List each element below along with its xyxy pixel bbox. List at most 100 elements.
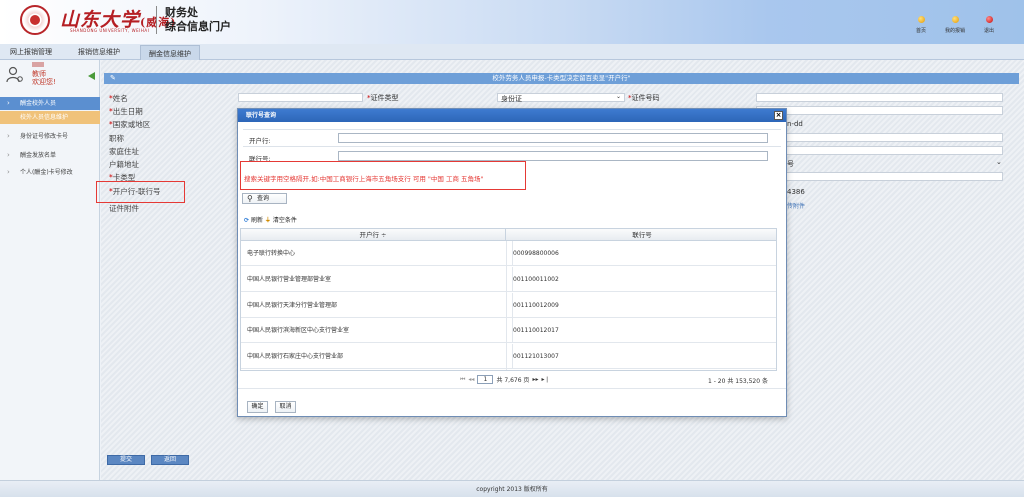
- date-format-hint: n-dd: [787, 120, 803, 128]
- nav-home[interactable]: 首页: [904, 16, 938, 34]
- portal-title: 财务处 综合信息门户: [165, 6, 231, 34]
- chevron-right-icon: ›: [7, 168, 10, 176]
- right-field-3[interactable]: [756, 146, 1003, 155]
- sidebar-item-label: 酬金校外人员: [20, 100, 57, 107]
- sidebar-item-personal-card-change[interactable]: › 个人(酬金)卡号修改: [0, 166, 100, 179]
- cell-bank: 中国人民银行天津分行营业管理部: [247, 302, 338, 309]
- chevron-right-icon: ›: [7, 99, 10, 107]
- dialog-footer-divider: [238, 388, 786, 389]
- page-number-input[interactable]: 1: [477, 375, 494, 384]
- prev-page-button[interactable]: ◂◂: [468, 376, 474, 383]
- grid-toolbar: ⟳ 刷新 ⏚ 清空条件: [244, 215, 297, 224]
- back-button[interactable]: 返回: [151, 455, 189, 465]
- right-field-4[interactable]: [756, 172, 1003, 181]
- clear-conditions-button[interactable]: 清空条件: [273, 217, 297, 224]
- pagination: ⏮ ◂◂ 1 共 7,676 页 ▸▸ ▸❘: [460, 375, 550, 384]
- row-label: 证件附件: [109, 204, 139, 213]
- bank-name-label: 开户行:: [249, 137, 271, 145]
- cert-type-label: *证件类型: [367, 93, 399, 103]
- tab-reimbursement-info[interactable]: 报销信息维护: [78, 47, 120, 57]
- sidebar-item-payment-list[interactable]: › 酬金发放名单: [0, 149, 100, 162]
- bank-code-fragment: 4386: [787, 188, 805, 196]
- row-label: 职称: [109, 134, 124, 143]
- upload-attachment-link[interactable]: 传附件: [787, 201, 805, 210]
- nav-logout[interactable]: 退出: [972, 16, 1006, 34]
- chevron-right-icon: ›: [7, 132, 10, 140]
- cert-type-label-text: 证件类型: [370, 94, 399, 102]
- grid-header: 开户行 ÷ 联行号: [241, 229, 776, 241]
- row-title: 职称: [109, 133, 124, 143]
- chevron-down-icon: ⌄: [615, 93, 621, 100]
- table-row[interactable]: 电子联行转换中心 000998800006: [241, 241, 776, 266]
- portal-title-line2: 综合信息门户: [165, 20, 231, 33]
- row-label: 出生日期: [112, 107, 143, 116]
- logout-icon: [985, 16, 993, 23]
- sidebar: 教师 欢迎您! › 酬金校外人员 校外人员信息维护 › 身份证号修改卡号 › 酬金发放…: [0, 60, 100, 480]
- nav-my-reimbursement-label: 我的报销: [944, 28, 965, 34]
- highlight-bank-code-label: [96, 181, 185, 203]
- cell-bank: 中国人民银行石家庄中心支行营业部: [247, 353, 344, 360]
- cell-bank: 电子联行转换中心: [247, 250, 296, 257]
- nav-my-reimbursement[interactable]: 我的报销: [938, 16, 972, 34]
- col-bank-name[interactable]: 开户行 ÷: [241, 229, 506, 241]
- row-home-address: 家庭住址: [109, 146, 139, 156]
- row-label: 姓名: [112, 94, 128, 103]
- tab-online-reimbursement[interactable]: 网上报销管理: [10, 47, 52, 57]
- nav-home-label: 首页: [915, 28, 926, 34]
- bank-name-input[interactable]: [338, 133, 768, 143]
- refresh-button[interactable]: 刷新: [251, 217, 263, 224]
- dialog-divider: [243, 146, 781, 147]
- row-label: 国家或地区: [112, 120, 151, 129]
- last-page-button[interactable]: ▸❘: [541, 376, 549, 383]
- pager-info: 1 - 20 共 153,520 条: [708, 378, 768, 385]
- bank-code-input[interactable]: [338, 151, 768, 161]
- table-row[interactable]: 中国人民银行天津分行营业管理部 001110012009: [241, 293, 776, 318]
- row-label: 家庭住址: [109, 147, 139, 156]
- next-page-button[interactable]: ▸▸: [532, 376, 538, 383]
- university-seal-logo: [20, 5, 50, 35]
- copyright-text: copyright 2013 版权所有: [476, 486, 548, 493]
- ok-button[interactable]: 确定: [247, 401, 268, 413]
- table-row[interactable]: 中国人民银行营业管理部营业室 001100011002: [241, 267, 776, 292]
- user-name-redacted: [32, 62, 44, 67]
- cert-no-label: *证件号码: [628, 93, 660, 103]
- collapse-sidebar-icon[interactable]: [88, 72, 95, 80]
- app-header: 山东大学(威海) SHANDONG UNIVERSITY, WEIHAI 财务处…: [0, 0, 1024, 44]
- name-input[interactable]: [238, 93, 363, 102]
- chevron-down-icon: ⌄: [996, 158, 1002, 166]
- search-hint: 搜索关键字用空格隔开,如:中国工商银行上海市五角场支行 可用 "中国 工商 五角…: [244, 175, 484, 183]
- cert-type-value: 身份证: [501, 95, 522, 103]
- first-page-button[interactable]: ⏮: [460, 376, 465, 384]
- home-icon: [917, 16, 925, 23]
- dialog-divider: [243, 129, 781, 130]
- cell-code: 001110012009: [512, 293, 767, 318]
- cell-bank: 中国人民银行营业管理部营业室: [247, 276, 332, 283]
- sidebar-item-id-change-card[interactable]: › 身份证号修改卡号: [0, 130, 100, 143]
- col-bank-code[interactable]: 联行号: [506, 229, 776, 241]
- edit-icon: ✎: [110, 74, 116, 82]
- funnel-icon[interactable]: ⏚: [265, 217, 271, 224]
- tab-remuneration-info[interactable]: 酬金信息维护: [140, 45, 200, 60]
- right-field-1[interactable]: [756, 106, 1003, 115]
- cell-bank: 中国人民银行滨海新区中心支行营业室: [247, 327, 350, 334]
- cell-code: 000998800006: [512, 241, 767, 266]
- right-field-2[interactable]: [756, 133, 1003, 142]
- row-attachment: 证件附件: [109, 203, 139, 213]
- table-row[interactable]: 中国人民银行滨海新区中心支行营业室 001110012017: [241, 318, 776, 343]
- table-row[interactable]: 中国人民银行石家庄中心支行营业部 001121013007: [241, 344, 776, 369]
- nav-logout-label: 退出: [983, 28, 994, 34]
- cert-type-select[interactable]: 身份证 ⌄: [497, 93, 625, 103]
- close-icon[interactable]: ×: [774, 111, 783, 120]
- sidebar-item-external-staff[interactable]: › 酬金校外人员: [0, 97, 100, 110]
- logo-divider: [156, 6, 157, 34]
- submit-button[interactable]: 提交: [107, 455, 145, 465]
- refresh-icon[interactable]: ⟳: [244, 217, 249, 224]
- form-title: ✎ 校外劳务人员申报-卡类型决定留百卖显"开户行": [104, 73, 1019, 84]
- dialog-title: 联行号查询: [238, 109, 786, 122]
- chevron-right-icon: ›: [7, 151, 10, 159]
- total-pages: 共 7,676 页: [496, 377, 530, 384]
- search-button[interactable]: 查询: [242, 193, 287, 204]
- cert-no-input[interactable]: [756, 93, 1003, 102]
- sidebar-item-external-staff-maintenance[interactable]: 校外人员信息维护: [0, 111, 100, 124]
- cancel-button[interactable]: 取消: [275, 401, 296, 413]
